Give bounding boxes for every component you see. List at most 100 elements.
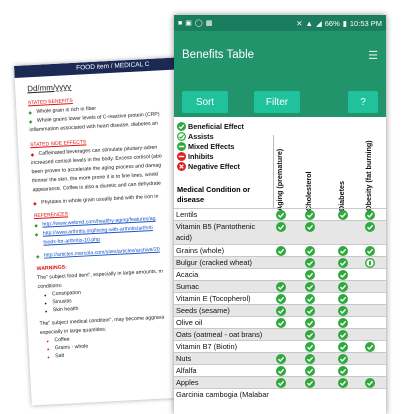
food-name: Garcinia cambogia (Malabar [176, 390, 269, 399]
table-row[interactable]: Vitamin E (Tocopherol) [174, 292, 386, 304]
beneficial-effect-icon [276, 294, 286, 304]
column-header-diabetes[interactable]: Diabetes [337, 181, 346, 211]
beneficial-effect-icon [305, 378, 315, 388]
assists-icon [177, 131, 186, 141]
food-name: Apples [176, 378, 199, 387]
assists-icon [364, 257, 376, 269]
legend-item-beneficial: Beneficial Effect [177, 121, 244, 131]
table-row[interactable]: Grains (whole) [174, 244, 386, 256]
column-header-obesity[interactable]: Obesity (fat burning) [364, 140, 373, 211]
beneficial-effect-icon [338, 318, 348, 328]
beneficial-effect-icon [276, 306, 286, 316]
legend: Beneficial Effect Assists Mixed Effects … [177, 121, 244, 171]
legend-item-assists: Assists [177, 131, 244, 141]
food-name: Vitamin B7 (Biotin) [176, 342, 238, 351]
beneficial-effect-icon [305, 330, 315, 340]
image-icon: ▣ [185, 20, 192, 27]
beneficial-effect-icon [338, 366, 348, 376]
table-row[interactable]: Seeds (sesame) [174, 304, 386, 316]
beneficial-effect-icon [338, 294, 348, 304]
beneficial-effect-icon [365, 342, 375, 352]
food-name: Alfalfa [176, 366, 197, 375]
beneficial-effect-icon [276, 354, 286, 364]
table-row[interactable]: Lentils [174, 208, 386, 220]
benefits-table: Lentils Vitamin B5 (Pantothenic acid) Grai… [174, 208, 386, 412]
table-row[interactable]: Alfalfa [174, 364, 386, 376]
beneficial-effect-icon [338, 258, 348, 268]
beneficial-effect-icon [338, 342, 348, 352]
beneficial-effect-icon [305, 366, 315, 376]
beneficial-effect-icon [276, 222, 286, 232]
beneficial-effect-icon [305, 246, 315, 256]
filter-button[interactable]: Filter [254, 91, 300, 113]
food-name: Bulgur (cracked wheat) [176, 258, 252, 267]
beneficial-effect-icon [305, 282, 315, 292]
signal-icon: ◢ [315, 18, 322, 28]
battery-percent: 66% [324, 18, 340, 28]
app-bar: Benefits Table ☰ [174, 31, 386, 79]
table-row[interactable]: Oats (oatmeal - oat brans) [174, 328, 386, 340]
beneficial-effect-icon [338, 282, 348, 292]
status-bar: ■ ▣ ◯ ▩ ✕ ▲ ◢ 66% ▮ 10:53 PM [174, 15, 386, 31]
beneficial-effect-icon [338, 330, 348, 340]
table-row[interactable]: Garcinia cambogia (Malabar [174, 388, 386, 412]
inhibits-icon [177, 151, 186, 161]
mute-icon: ✕ [296, 18, 303, 28]
app-title: Benefits Table [182, 49, 255, 61]
table-row[interactable]: Sumac [174, 280, 386, 292]
food-name: Acacia [176, 270, 199, 279]
table-row[interactable]: Vitamin B5 (Pantothenic acid) [174, 220, 386, 244]
legend-item-negative: Negative Effect [177, 161, 244, 171]
food-name: Vitamin B5 (Pantothenic acid) [176, 222, 256, 242]
food-name: Seeds (sesame) [176, 306, 230, 315]
beneficial-effect-icon [276, 282, 286, 292]
wifi-icon: ▲ [305, 18, 313, 28]
mixed-effects-icon [177, 141, 186, 151]
column-header-cholesterol[interactable]: Cholesterol [304, 171, 313, 211]
beneficial-effect-icon [338, 378, 348, 388]
screenshot-icon: ▩ [205, 20, 213, 27]
beneficial-effect-icon [338, 246, 348, 256]
shield-icon: ◯ [194, 20, 203, 27]
beneficial-effect-icon [305, 210, 315, 220]
beneficial-effect-icon [276, 366, 286, 376]
table-row[interactable]: Vitamin B7 (Biotin) [174, 340, 386, 352]
food-name: Vitamin E (Tocopherol) [176, 294, 251, 303]
food-name: Olive oil [176, 318, 203, 327]
battery-icon: ▮ [342, 18, 347, 28]
food-name: Oats (oatmeal - oat brans) [176, 330, 263, 339]
beneficial-effect-icon [305, 306, 315, 316]
beneficial-effect-icon [305, 318, 315, 328]
menu-icon[interactable]: ☰ [368, 49, 378, 62]
food-name: Sumac [176, 282, 200, 291]
beneficial-effect-icon [365, 378, 375, 388]
beneficial-effect-icon [276, 378, 286, 388]
beneficial-effect-icon [365, 210, 375, 220]
clock: 10:53 PM [349, 18, 382, 28]
food-name: Nuts [176, 354, 192, 363]
beneficial-effect-icon [305, 270, 315, 280]
beneficial-effect-icon [177, 121, 186, 131]
beneficial-effect-icon [276, 246, 286, 256]
action-bar: Sort Filter ? [174, 79, 386, 117]
beneficial-effect-icon [305, 354, 315, 364]
beneficial-effect-icon [338, 270, 348, 280]
beneficial-effect-icon [276, 210, 286, 220]
row-header-title: Medical Condition or disease [177, 185, 251, 204]
table-row[interactable]: Acacia [174, 268, 386, 280]
table-row[interactable]: Nuts [174, 352, 386, 364]
table-row[interactable]: Bulgur (cracked wheat) [174, 256, 386, 269]
sort-button[interactable]: Sort [182, 91, 228, 113]
beneficial-effect-icon [338, 354, 348, 364]
food-name: Lentils [176, 210, 198, 219]
table-row[interactable]: Apples [174, 376, 386, 388]
beneficial-effect-icon [276, 318, 286, 328]
legend-item-inhibits: Inhibits [177, 151, 244, 161]
app-notification-icon: ■ [178, 19, 183, 27]
beneficial-effect-icon [305, 294, 315, 304]
table-row[interactable]: Olive oil [174, 316, 386, 328]
help-button[interactable]: ? [348, 91, 378, 113]
beneficial-effect-icon [365, 222, 375, 232]
column-header-aging[interactable]: Aging (premature) [275, 149, 284, 211]
beneficial-effect-icon [365, 246, 375, 256]
